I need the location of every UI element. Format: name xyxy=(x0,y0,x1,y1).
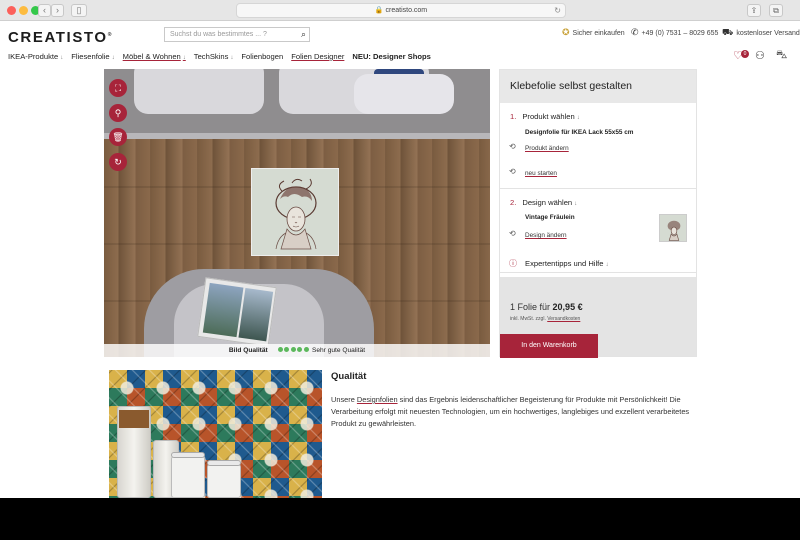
lock-icon: 🔒 xyxy=(374,7,384,14)
back-button[interactable]: ‹ xyxy=(38,4,51,17)
quality-heading: Qualität xyxy=(331,371,367,382)
price-value: 20,95 € xyxy=(552,302,583,312)
price-display: 1 Folie für 20,95 € xyxy=(510,302,583,312)
reload-icon[interactable]: ↻ xyxy=(554,4,561,17)
nav-foil-designer[interactable]: Folien Designer xyxy=(291,52,344,64)
sofa-pillow xyxy=(354,74,454,114)
quality-dot xyxy=(277,347,283,352)
quality-dot xyxy=(284,347,290,352)
design-thumbnail-illustration xyxy=(667,220,681,241)
browser-toolbar: ‹ › ▯ 🔒 creatisto.com ↻ ⇪ ⧉ xyxy=(0,0,800,21)
truck-icon: ⛟ xyxy=(722,27,734,37)
browser-page: ‹ › ▯ 🔒 creatisto.com ↻ ⇪ ⧉ CREATISTO® S… xyxy=(0,0,800,498)
free-shipping[interactable]: ⛟ kostenloser Versand xyxy=(722,27,800,39)
cart-icon[interactable]: ⛍ xyxy=(776,49,787,63)
image-quality-bar: Bild Qualität Sehr gute Qualität xyxy=(104,344,490,357)
zoom-icon[interactable]: ⚲ xyxy=(109,104,127,122)
tabs-overview-icon[interactable]: ⧉ xyxy=(769,4,783,17)
nav-foil-sheets[interactable]: Folienbogen xyxy=(241,52,283,64)
minimize-window-button[interactable] xyxy=(19,6,28,15)
phone-icon: ✆ xyxy=(631,27,639,37)
phone-contact[interactable]: ✆ +49 (0) 7531 – 8029 655 xyxy=(631,27,718,39)
magazine-image xyxy=(197,277,277,347)
step-product-title[interactable]: 1. Produkt wählen ↓ xyxy=(510,112,580,121)
forward-button[interactable]: › xyxy=(51,4,64,17)
main-navigation: IKEA-Produkte ↓ Fliesenfolie ↓ Möbel & Woh… xyxy=(8,52,439,64)
panel-title: Klebefolie selbst gestalten xyxy=(500,70,696,103)
quality-label: Bild Qualität xyxy=(228,347,268,354)
rotate-icon[interactable]: ↻ xyxy=(109,153,127,171)
nav-furniture-living[interactable]: Möbel & Wohnen ↓ xyxy=(123,52,186,64)
quality-image xyxy=(109,370,322,498)
restart-link[interactable]: neu starten xyxy=(525,170,557,177)
designfolien-link[interactable]: Designfolien xyxy=(357,395,398,404)
nav-designer-shops[interactable]: NEU: Designer Shops xyxy=(352,52,430,64)
quality-dot xyxy=(290,347,296,352)
sofa-cushion xyxy=(134,69,264,114)
info-icon: ⓘ xyxy=(509,259,517,268)
search-placeholder: Suchst du was bestimmtes ... ? xyxy=(170,31,267,38)
restart-icon: ⟲ xyxy=(509,167,516,176)
share-icon[interactable]: ⇪ xyxy=(747,4,761,17)
quality-rating xyxy=(277,347,312,354)
sofa-image xyxy=(104,69,490,139)
canister-lid xyxy=(171,452,205,458)
sidebar-toggle-icon[interactable]: ▯ xyxy=(71,4,87,17)
expert-tips[interactable]: ⓘ Expertentipps und Hilfe ↓ xyxy=(500,251,696,277)
nav-techskins[interactable]: TechSkins ↓ xyxy=(194,52,234,64)
add-to-cart-button[interactable]: In den Warenkorb xyxy=(500,334,598,358)
designer-preview[interactable]: ⛶ ⚲ 🗑 ↻ Bild Qualität Sehr gute Qualität xyxy=(104,69,490,357)
magazine-photo xyxy=(202,282,244,338)
canister-lid xyxy=(207,460,241,466)
secure-shopping[interactable]: ✪ Sicher einkaufen xyxy=(562,27,625,39)
swap-icon: ⟲ xyxy=(509,229,516,238)
shipping-costs-link[interactable]: Versandkosten xyxy=(547,316,580,322)
selected-product: Designfolie für IKEA Lack 55x55 cm xyxy=(525,129,634,136)
jar-contents xyxy=(119,410,149,428)
selected-design: Vintage Fräulein xyxy=(525,214,575,221)
quality-text: Sehr gute Qualität xyxy=(311,347,366,354)
step-design-title[interactable]: 2. Design wählen ↓ xyxy=(510,198,577,207)
canister xyxy=(207,464,241,498)
step-product: 1. Produkt wählen ↓ Designfolie für IKEA L… xyxy=(500,103,696,189)
change-product-link[interactable]: Produkt ändern xyxy=(525,145,569,152)
quality-paragraph: Unsere Designfolien sind das Ergebnis le… xyxy=(331,395,690,428)
wishlist-count-badge: 0 xyxy=(741,50,749,58)
fullscreen-icon[interactable]: ⛶ xyxy=(109,79,127,97)
configurator-panel: Klebefolie selbst gestalten 1. Produkt wä… xyxy=(499,69,697,358)
quality-dot xyxy=(297,347,303,352)
nav-tile-foil[interactable]: Fliesenfolie ↓ xyxy=(71,52,114,64)
design-thumbnail[interactable] xyxy=(659,214,687,242)
search-icon[interactable]: ⌕ xyxy=(301,28,306,41)
site-logo[interactable]: CREATISTO® xyxy=(8,29,111,46)
canister xyxy=(171,456,205,498)
seal-icon: ✪ xyxy=(562,27,570,37)
address-bar-url: creatisto.com xyxy=(385,7,428,14)
trash-icon[interactable]: 🗑 xyxy=(109,128,127,146)
quality-dot xyxy=(303,347,309,352)
address-bar[interactable]: 🔒 creatisto.com ↻ xyxy=(236,3,566,18)
magazine-photo xyxy=(238,287,274,342)
account-icon[interactable]: ⚇ xyxy=(755,49,765,62)
vintage-woman-illustration xyxy=(275,178,317,250)
design-sticker-preview[interactable] xyxy=(251,168,339,256)
nav-ikea-products[interactable]: IKEA-Produkte ↓ xyxy=(8,52,63,64)
expert-tips-title[interactable]: Expertentipps und Hilfe ↓ xyxy=(525,259,609,268)
search-input[interactable]: Suchst du was bestimmtes ... ? ⌕ xyxy=(164,27,310,42)
vat-note: inkl. MwSt. zzgl. Versandkosten xyxy=(510,316,581,322)
swap-icon: ⟲ xyxy=(509,142,516,151)
change-design-link[interactable]: Design ändern xyxy=(525,232,567,239)
close-window-button[interactable] xyxy=(7,6,16,15)
